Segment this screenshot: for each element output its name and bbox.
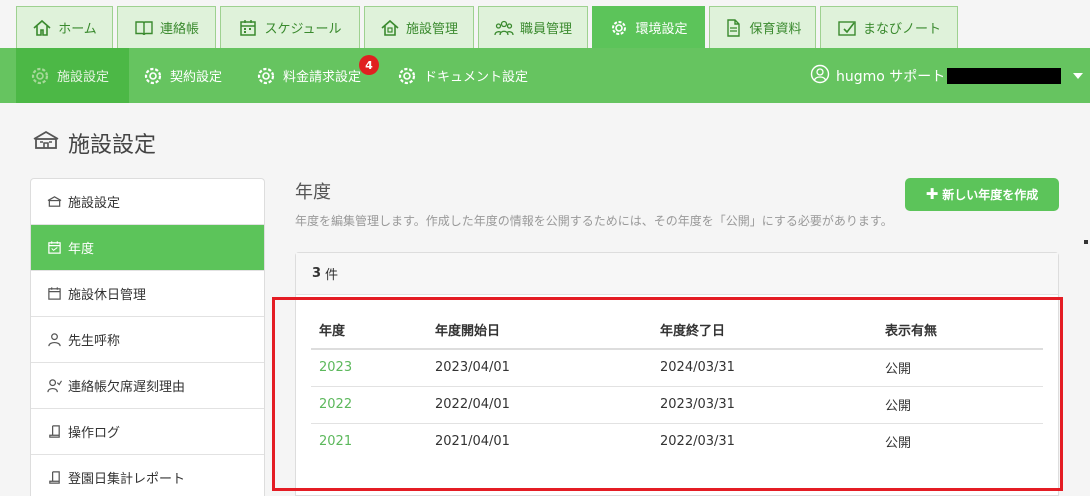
table-header-row: 年度 年度開始日 年度終了日 表示有無 xyxy=(311,311,1043,350)
document-icon xyxy=(723,18,743,38)
staff-icon xyxy=(494,18,514,38)
tab-label: スケジュール xyxy=(264,22,342,37)
tab-renrakucho[interactable]: 連絡帳 xyxy=(117,6,216,48)
sidebar-item-fiscal-year[interactable]: 年度 xyxy=(31,225,264,271)
school-icon xyxy=(47,194,62,209)
table-row: 2022 2022/04/01 2023/03/31 公開 xyxy=(311,386,1043,424)
fiscal-year-table: 年度 年度開始日 年度終了日 表示有無 2023 2023/04/01 2024… xyxy=(311,311,1043,460)
top-tab-bar: ホーム 連絡帳 スケジュール 施設管理 職員管理 環境設定 保育資料 まなびノー… xyxy=(0,0,1090,48)
gear-icon xyxy=(143,66,163,86)
gear-icon xyxy=(256,66,276,86)
sidebar-item-holidays[interactable]: 施設休日管理 xyxy=(31,271,264,317)
sidebar-item-teacher-title[interactable]: 先生呼称 xyxy=(31,317,264,363)
tab-label: 環境設定 xyxy=(635,22,688,37)
building-icon xyxy=(380,18,400,38)
sidebar-item-label: 施設休日管理 xyxy=(68,288,147,303)
start-date: 2023/04/01 xyxy=(427,349,652,387)
person-check-icon xyxy=(47,378,62,393)
tab-label: 職員管理 xyxy=(519,22,572,37)
create-button-label: 新しい年度を作成 xyxy=(942,188,1039,202)
column-header: 年度 xyxy=(311,311,427,350)
subnav-billing-settings[interactable]: 料金請求設定 xyxy=(256,48,361,103)
year-link[interactable]: 2021 xyxy=(311,423,427,460)
person-icon xyxy=(47,332,62,347)
edge-marker xyxy=(1084,240,1088,244)
result-count: 3 件 xyxy=(296,253,1058,295)
sidebar-item-label: 操作ログ xyxy=(68,426,121,441)
subnav-label: 施設設定 xyxy=(57,70,110,85)
settings-subnav: 施設設定 契約設定 料金請求設定 4 ドキュメント設定 hugmo サポート xyxy=(0,48,1090,103)
user-name: hugmo サポート xyxy=(836,68,946,85)
subnav-facility-settings[interactable]: 施設設定 xyxy=(16,48,129,103)
tab-schedule[interactable]: スケジュール xyxy=(220,6,360,48)
subnav-label: 料金請求設定 xyxy=(283,70,362,85)
subnav-document-settings[interactable]: ドキュメント設定 xyxy=(397,48,528,103)
page-title: 施設設定 xyxy=(32,127,156,159)
tab-facility[interactable]: 施設管理 xyxy=(364,6,474,48)
subnav-label: ドキュメント設定 xyxy=(424,70,529,85)
create-fiscal-year-button[interactable]: ✚ 新しい年度を作成 xyxy=(905,178,1059,211)
visibility-status: 公開 xyxy=(877,386,1043,424)
end-date: 2022/03/31 xyxy=(660,434,735,450)
user-icon xyxy=(810,64,830,88)
start-date: 2021/04/01 xyxy=(435,434,510,450)
log-icon xyxy=(47,424,62,439)
page-title-text: 施設設定 xyxy=(68,133,157,158)
column-header: 表示有無 xyxy=(877,311,1043,350)
sidebar-item-absence-reasons[interactable]: 連絡帳欠席遅刻理由 xyxy=(31,363,264,409)
sidebar-item-label: 年度 xyxy=(68,242,95,257)
tab-label: 連絡帳 xyxy=(159,22,199,37)
calendar-icon xyxy=(238,18,258,38)
tab-home[interactable]: ホーム xyxy=(16,6,113,48)
settings-sidebar: 施設設定 年度 施設休日管理 先生呼称 連絡帳欠席遅刻理由 操作ログ 登園日集計… xyxy=(30,178,265,496)
column-header: 年度終了日 xyxy=(652,311,877,350)
year-link[interactable]: 2022 xyxy=(311,386,427,424)
table-row: 2021 2021/04/01 2022/03/31 公開 xyxy=(311,423,1043,460)
tab-staff[interactable]: 職員管理 xyxy=(478,6,588,48)
user-menu[interactable]: hugmo サポート xyxy=(810,48,1084,103)
visibility-status: 公開 xyxy=(877,349,1043,387)
tab-hoiku-shiryo[interactable]: 保育資料 xyxy=(709,6,816,48)
table-row: 2023 2023/04/01 2024/03/31 公開 xyxy=(311,349,1043,387)
start-date: 2022/04/01 xyxy=(427,386,652,424)
tab-label: 施設管理 xyxy=(405,22,458,37)
notification-badge: 4 xyxy=(359,55,379,75)
log-icon xyxy=(47,470,62,485)
visibility-status: 公開 xyxy=(885,436,912,452)
subnav-contract-settings[interactable]: 契約設定 xyxy=(143,48,222,103)
calendar-icon xyxy=(47,240,62,255)
gear-icon xyxy=(609,18,629,38)
chevron-down-icon[interactable] xyxy=(1073,72,1084,79)
section-description: 年度を編集管理します。作成した年度の情報を公開するためには、その年度を「公開」に… xyxy=(295,214,893,228)
tab-manabi-note[interactable]: まなびノート xyxy=(820,6,958,48)
sidebar-item-facility-settings[interactable]: 施設設定 xyxy=(31,179,264,225)
column-header: 年度開始日 xyxy=(427,311,652,350)
note-icon xyxy=(837,18,857,38)
sidebar-item-label: 先生呼称 xyxy=(68,334,121,349)
tab-label: ホーム xyxy=(58,22,97,37)
tab-label: 保育資料 xyxy=(749,22,802,37)
count-unit: 件 xyxy=(325,268,339,283)
plus-icon: ✚ xyxy=(925,185,939,203)
end-date: 2023/03/31 xyxy=(652,386,877,424)
sidebar-item-operation-log[interactable]: 操作ログ xyxy=(31,409,264,455)
book-icon xyxy=(134,18,154,38)
subnav-label: 契約設定 xyxy=(170,70,223,85)
tab-settings[interactable]: 環境設定 xyxy=(592,6,705,48)
home-icon xyxy=(32,18,52,38)
calendar-icon xyxy=(47,286,62,301)
end-date: 2024/03/31 xyxy=(652,349,877,387)
year-link[interactable]: 2023 xyxy=(311,349,427,387)
gear-icon xyxy=(30,66,50,86)
school-icon xyxy=(32,129,60,157)
sidebar-item-label: 連絡帳欠席遅刻理由 xyxy=(68,380,186,395)
tab-label: まなびノート xyxy=(862,22,941,37)
section-title: 年度 xyxy=(295,182,331,203)
gear-icon xyxy=(397,66,417,86)
sidebar-item-attendance-report[interactable]: 登園日集計レポート xyxy=(31,455,264,496)
sidebar-item-label: 施設設定 xyxy=(68,196,121,211)
count-value: 3 xyxy=(312,266,322,281)
sidebar-item-label: 登園日集計レポート xyxy=(68,472,186,487)
redacted-block xyxy=(947,67,1062,84)
